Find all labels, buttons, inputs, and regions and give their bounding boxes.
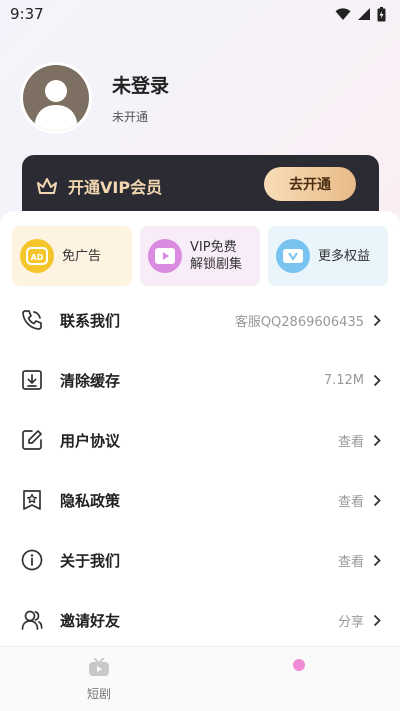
wifi-icon <box>335 7 351 20</box>
menu-item-value: 查看 <box>337 494 364 510</box>
clear-cache-icon <box>20 368 44 392</box>
tv-icon <box>88 657 110 681</box>
quick-action-vip-unlock[interactable]: VIP免费 解锁剧集 <box>140 226 260 286</box>
settings-menu: 联系我们 客服QQ2869606435 清除缓存 7.12M 用户协议 查看 隐… <box>0 290 400 650</box>
v-icon <box>276 239 310 273</box>
menu-item-label: 关于我们 <box>60 551 121 570</box>
menu-item-value: 7.12M <box>323 372 364 388</box>
menu-item-value: 查看 <box>337 434 364 450</box>
quick-action-more-benefits[interactable]: 更多权益 <box>268 226 388 286</box>
quick-action-label: 更多权益 <box>318 248 371 264</box>
status-icons <box>335 6 386 22</box>
play-icon <box>148 239 182 273</box>
menu-item-user-agreement[interactable]: 用户协议 查看 <box>0 410 400 470</box>
open-vip-button[interactable]: 去开通 <box>264 167 356 201</box>
username[interactable]: 未登录 <box>112 71 169 98</box>
profile-text: 未登录 未开通 <box>112 71 169 125</box>
cellular-signal-icon <box>358 8 370 20</box>
quick-action-no-ads[interactable]: AD 免广告 <box>12 226 132 286</box>
menu-item-label: 联系我们 <box>60 311 121 330</box>
menu-item-clear-cache[interactable]: 清除缓存 7.12M <box>0 350 400 410</box>
menu-item-invite-friends[interactable]: 邀请好友 分享 <box>0 590 400 650</box>
menu-item-contact-us[interactable]: 联系我们 客服QQ2869606435 <box>0 290 400 350</box>
quick-action-label: VIP免费 解锁剧集 <box>190 240 243 272</box>
chevron-right-icon <box>371 612 383 628</box>
chevron-right-icon <box>371 312 383 328</box>
vip-status: 未开通 <box>112 110 149 124</box>
chevron-right-icon <box>371 372 383 388</box>
menu-item-value: 客服QQ2869606435 <box>234 314 364 330</box>
menu-item-label: 隐私政策 <box>60 491 121 510</box>
status-time: 9:37 <box>10 5 44 23</box>
default-avatar-icon <box>23 65 89 131</box>
chevron-right-icon <box>371 492 383 508</box>
edit-document-icon <box>20 428 44 452</box>
phone-icon <box>20 308 44 332</box>
vip-card[interactable]: 开通VIP会员 去开通 <box>22 155 379 217</box>
info-icon <box>20 548 44 572</box>
status-bar: 9:37 <box>0 0 400 28</box>
menu-item-about-us[interactable]: 关于我们 查看 <box>0 530 400 590</box>
svg-text:AD: AD <box>31 253 44 262</box>
battery-icon <box>377 6 386 21</box>
menu-item-value: 查看 <box>337 554 364 570</box>
quick-action-label: 免广告 <box>62 248 102 264</box>
menu-item-label: 邀请好友 <box>60 611 121 630</box>
tab-short-drama[interactable]: 短剧 <box>59 657 139 702</box>
avatar[interactable] <box>20 62 92 134</box>
crown-icon <box>37 178 57 194</box>
users-icon <box>20 608 44 632</box>
chevron-right-icon <box>371 432 383 448</box>
bottom-tab-bar: 短剧 <box>0 646 400 711</box>
profile-header[interactable]: 未登录 未开通 <box>20 62 169 134</box>
quick-actions: AD 免广告 VIP免费 解锁剧集 更多权益 <box>12 226 388 286</box>
ad-icon: AD <box>20 239 54 273</box>
menu-item-value: 分享 <box>337 614 364 630</box>
profile-tab-indicator-icon[interactable] <box>293 659 305 671</box>
menu-item-label: 用户协议 <box>60 431 121 450</box>
tab-label: 短剧 <box>86 687 111 701</box>
menu-item-label: 清除缓存 <box>60 371 121 390</box>
vip-title: 开通VIP会员 <box>68 178 163 197</box>
menu-item-privacy-policy[interactable]: 隐私政策 查看 <box>0 470 400 530</box>
chevron-right-icon <box>371 552 383 568</box>
privacy-star-icon <box>20 488 44 512</box>
